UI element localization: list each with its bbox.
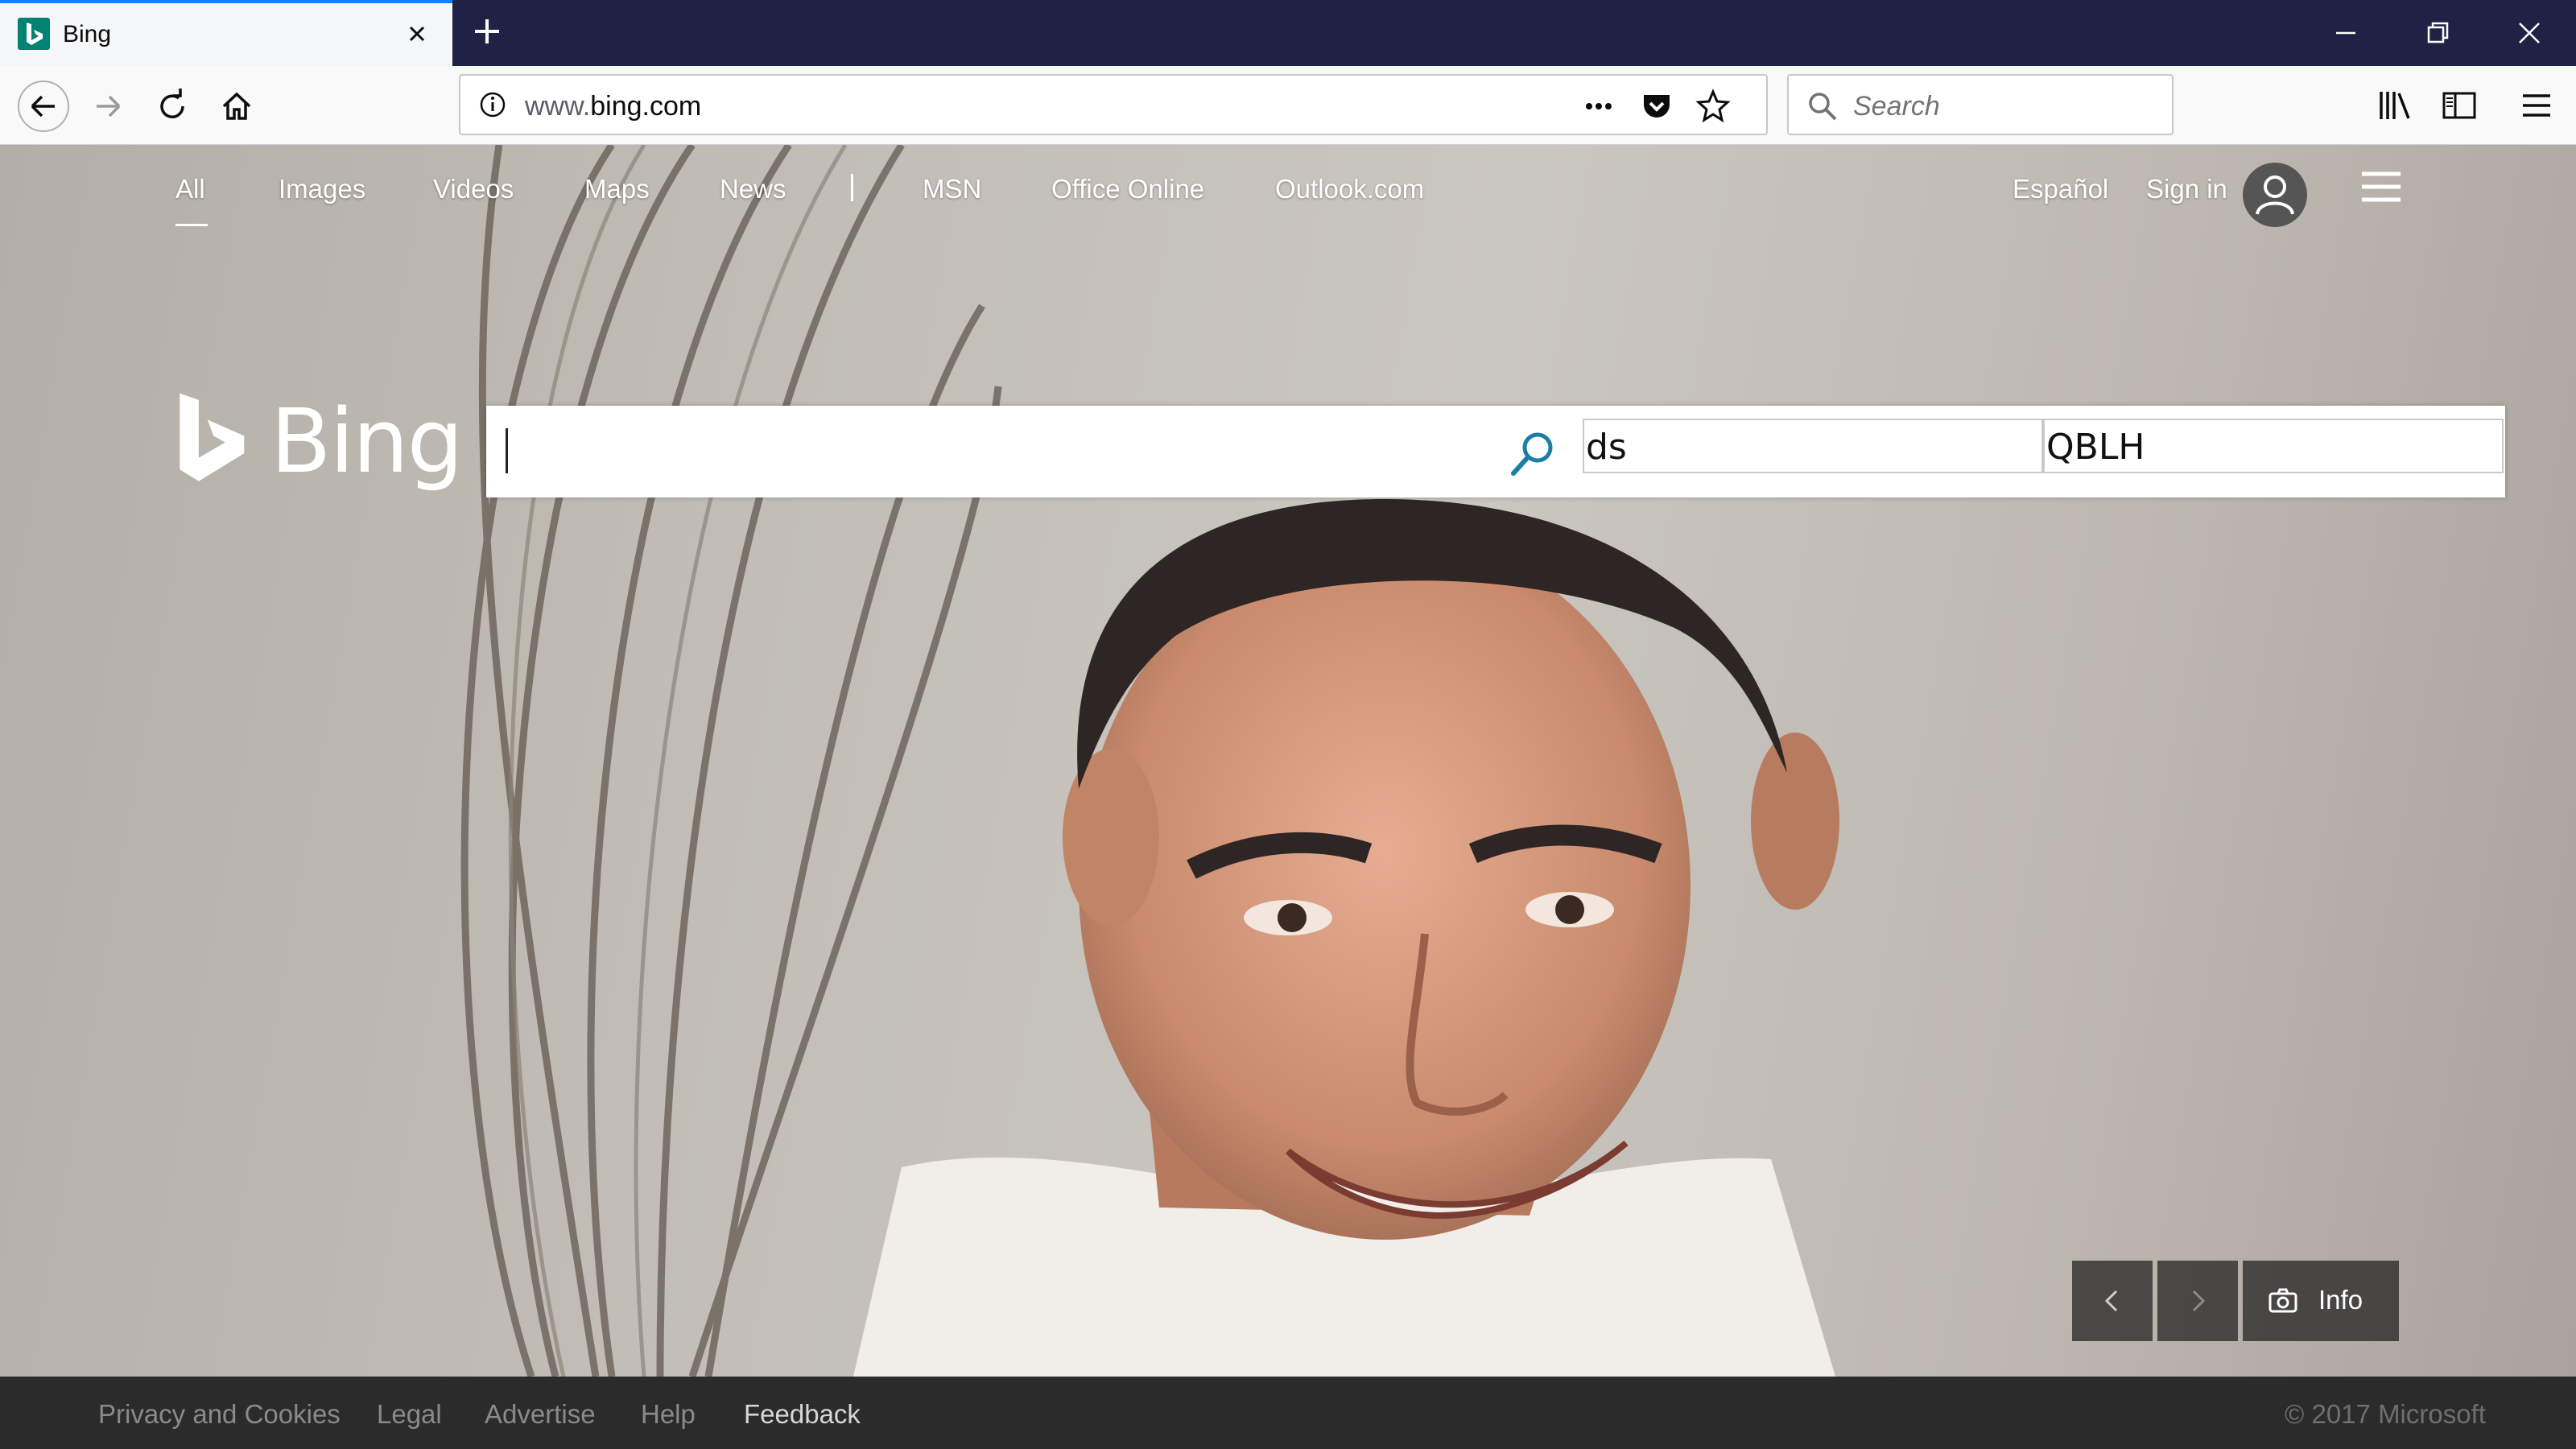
sidebar-icon[interactable] <box>2438 84 2481 127</box>
scope-separator <box>851 174 853 201</box>
search-icon <box>1805 89 1840 124</box>
menu-icon[interactable] <box>2515 84 2558 127</box>
url-bar[interactable]: www.bing.com <box>459 74 1768 135</box>
scope-outlook[interactable]: Outlook.com <box>1275 174 1424 204</box>
chevron-right-icon <box>2192 1290 2206 1312</box>
minimize-icon[interactable] <box>2322 11 2370 55</box>
scope-all[interactable]: All <box>175 174 205 204</box>
footer-legal-link[interactable]: Legal <box>377 1399 442 1430</box>
tab-bar: Bing <box>0 0 2576 66</box>
bing-wordmark: Bing <box>270 390 464 493</box>
language-link[interactable]: Español <box>2013 174 2108 204</box>
footer-privacy-link[interactable]: Privacy and Cookies <box>98 1399 341 1430</box>
text-field-2[interactable]: QBLH <box>2043 419 2504 473</box>
homepage-background-image <box>460 145 1839 1377</box>
close-window-icon[interactable] <box>2505 11 2553 55</box>
info-icon[interactable] <box>477 89 509 121</box>
scope-news[interactable]: News <box>720 174 786 204</box>
footer-help-link[interactable]: Help <box>641 1399 696 1430</box>
back-icon[interactable] <box>18 80 69 132</box>
hamburger-menu-icon[interactable] <box>2359 169 2404 204</box>
search-placeholder: Search <box>1853 91 1940 122</box>
forward-icon[interactable] <box>84 82 132 130</box>
chevron-left-icon <box>2104 1290 2118 1312</box>
scope-bar: All Images Videos Maps News MSN Office O… <box>0 145 2576 227</box>
search-box[interactable]: ds QBLH <box>486 406 2505 497</box>
tab-bing[interactable]: Bing <box>0 0 452 66</box>
scope-msn[interactable]: MSN <box>923 174 981 204</box>
scope-maps[interactable]: Maps <box>584 174 650 204</box>
library-icon[interactable] <box>2373 84 2417 127</box>
tab-close-icon[interactable] <box>399 16 435 52</box>
image-info-button[interactable]: Info <box>2243 1261 2399 1341</box>
scope-active-indicator <box>175 224 208 226</box>
scope-images[interactable]: Images <box>279 174 365 204</box>
next-image-button[interactable] <box>2157 1261 2238 1341</box>
copyright-text: © 2017 Microsoft <box>2285 1399 2486 1429</box>
bookmark-star-icon[interactable] <box>1694 87 1732 126</box>
footer: Privacy and Cookies Legal Advertise Help… <box>0 1377 2576 1449</box>
restore-icon[interactable] <box>2413 11 2462 55</box>
browser-search-field[interactable]: Search <box>1787 74 2174 135</box>
url-text[interactable]: www.bing.com <box>525 91 701 122</box>
sign-in-link[interactable]: Sign in <box>2146 174 2227 204</box>
scope-videos[interactable]: Videos <box>433 174 514 204</box>
info-label: Info <box>2318 1285 2363 1315</box>
camera-icon <box>2268 1288 2297 1313</box>
text-caret <box>506 428 508 473</box>
home-icon[interactable] <box>213 82 261 130</box>
bing-favicon-icon <box>18 18 50 50</box>
new-tab-icon[interactable] <box>467 11 507 52</box>
previous-image-button[interactable] <box>2072 1261 2153 1341</box>
reload-icon[interactable] <box>148 82 196 130</box>
pocket-icon[interactable] <box>1637 87 1676 126</box>
bing-logo: Bing <box>174 386 464 499</box>
text-field-1[interactable]: ds <box>1583 419 2043 473</box>
bing-homepage: All Images Videos Maps News MSN Office O… <box>0 145 2576 1377</box>
bing-b-icon <box>180 393 245 481</box>
footer-advertise-link[interactable]: Advertise <box>485 1399 596 1430</box>
tab-title: Bing <box>63 21 112 47</box>
navigation-toolbar: www.bing.com Search <box>0 66 2576 145</box>
avatar-icon[interactable] <box>2243 163 2307 227</box>
footer-feedback-link[interactable]: Feedback <box>744 1399 861 1430</box>
more-icon[interactable] <box>1579 87 1618 126</box>
search-submit-icon[interactable] <box>1504 425 1560 481</box>
scope-office-online[interactable]: Office Online <box>1051 174 1204 204</box>
